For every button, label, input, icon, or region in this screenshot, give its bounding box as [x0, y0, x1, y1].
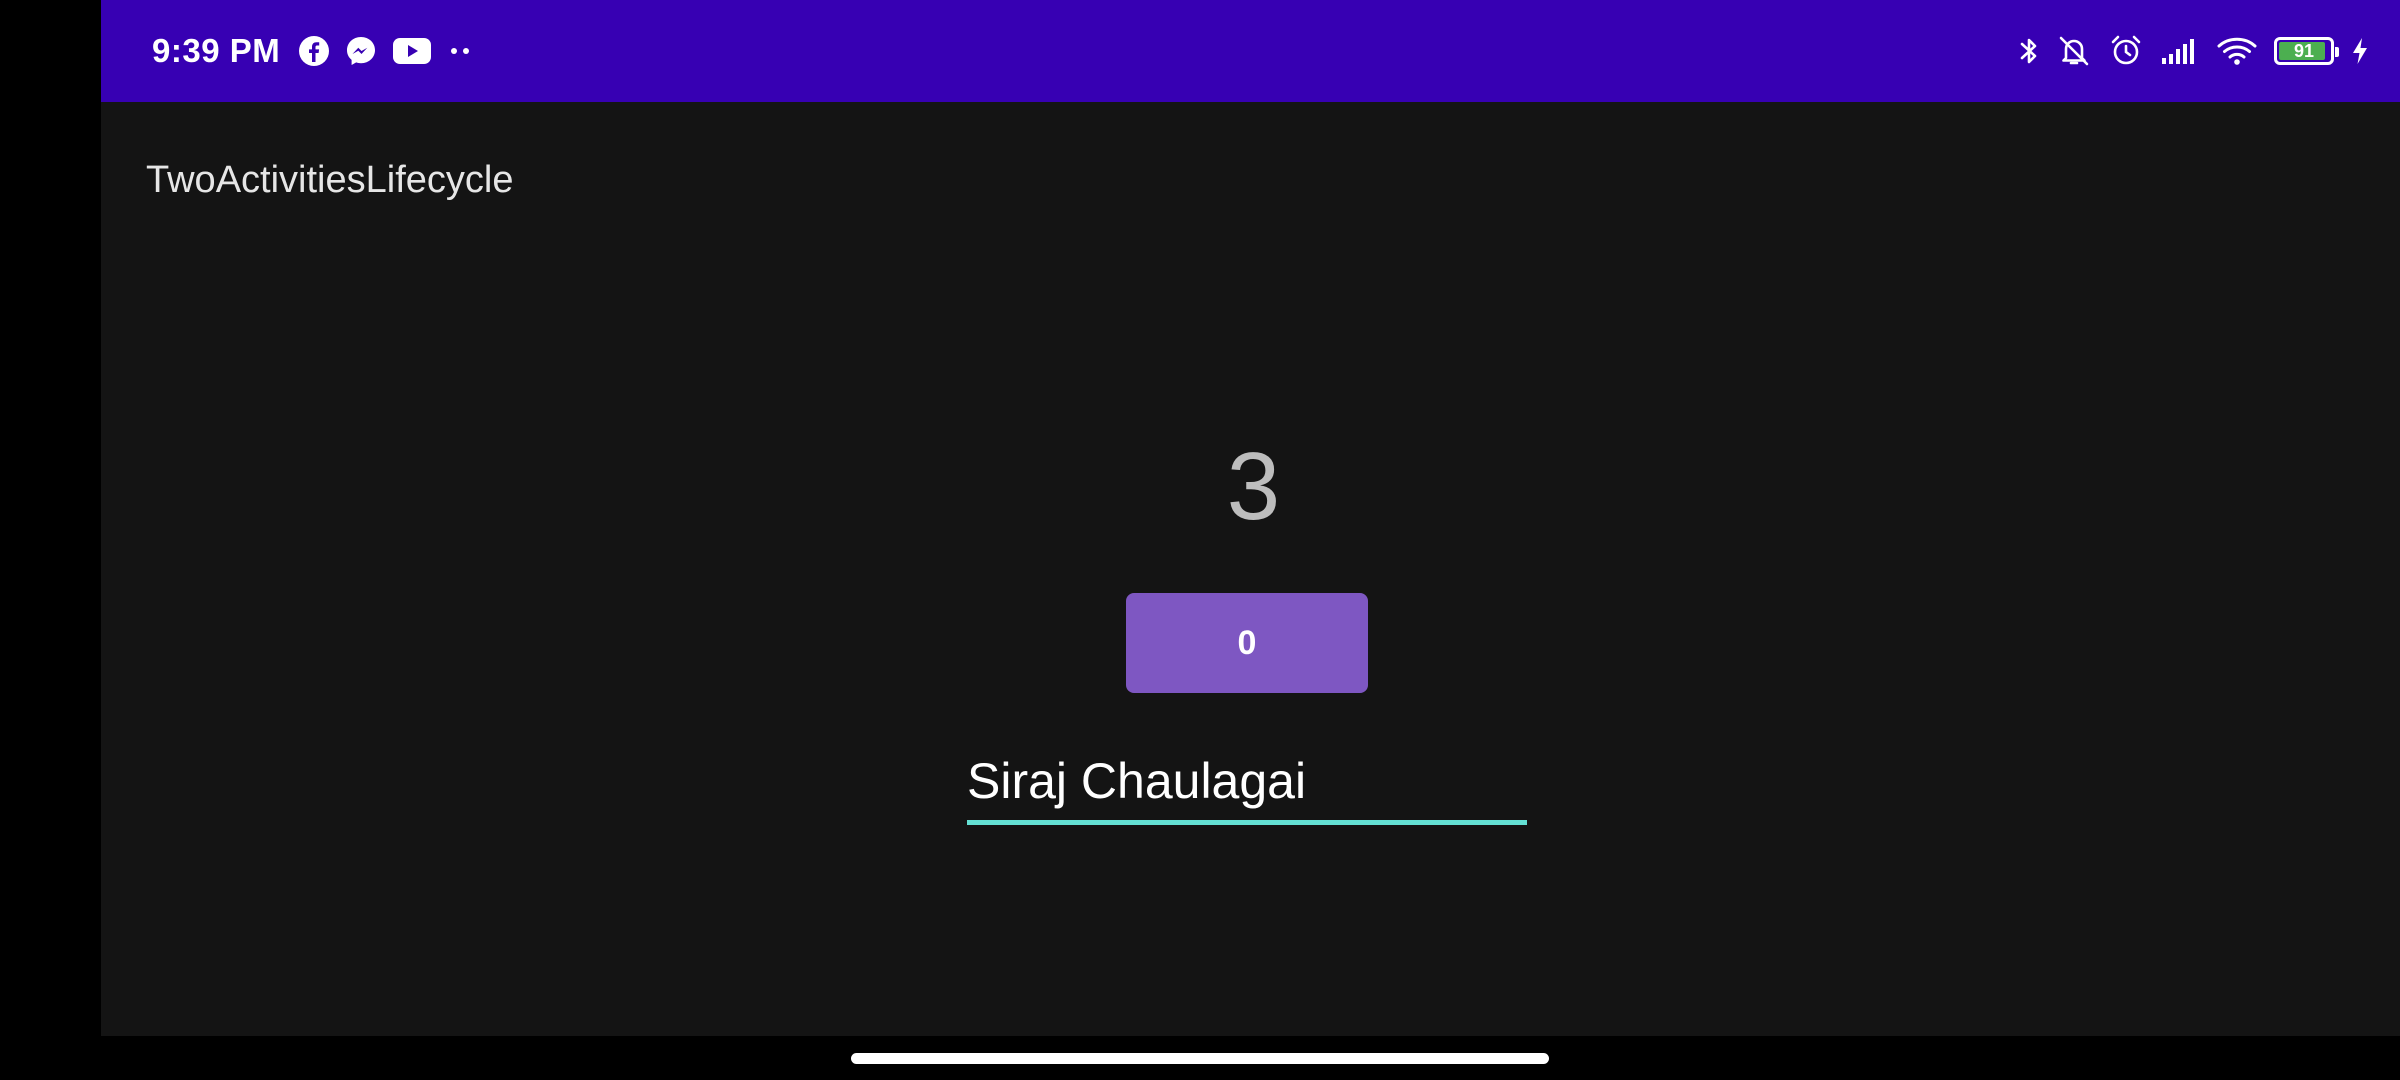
status-bar-right: 91 — [2002, 0, 2370, 102]
name-field[interactable] — [967, 746, 1527, 826]
status-time: 9:39 PM — [152, 32, 281, 69]
alarm-icon — [2108, 33, 2144, 69]
battery-level: 91 — [2293, 40, 2315, 61]
cellular-signal-icon — [2160, 36, 2200, 66]
bluetooth-icon — [2018, 34, 2040, 68]
more-dots-icon — [446, 45, 474, 57]
battery-nub — [2335, 47, 2339, 57]
facebook-icon — [298, 35, 330, 67]
count-button-label: 0 — [1237, 623, 1257, 662]
charging-bolt-icon — [2350, 36, 2370, 66]
status-bar-left: 9:39 PM — [152, 0, 488, 102]
counter-value: 3 — [1226, 433, 1281, 540]
status-bar: 9:39 PM 91 — [101, 0, 2400, 102]
messenger-icon — [344, 34, 378, 68]
name-input[interactable] — [967, 746, 1527, 816]
home-indicator[interactable] — [851, 1053, 1549, 1064]
name-input-underline — [967, 820, 1527, 825]
battery-icon: 91 — [2274, 37, 2339, 65]
app-title: TwoActivitiesLifecycle — [146, 159, 514, 201]
vibrate-off-icon — [2056, 34, 2092, 68]
counter-display: 3 — [101, 432, 2400, 542]
wifi-icon — [2216, 35, 2258, 67]
count-button[interactable]: 0 — [1126, 593, 1368, 693]
app-screen: 9:39 PM 91 TwoActivitiesLifecycle 3 0 Si… — [101, 0, 2400, 1036]
youtube-icon — [392, 36, 432, 66]
